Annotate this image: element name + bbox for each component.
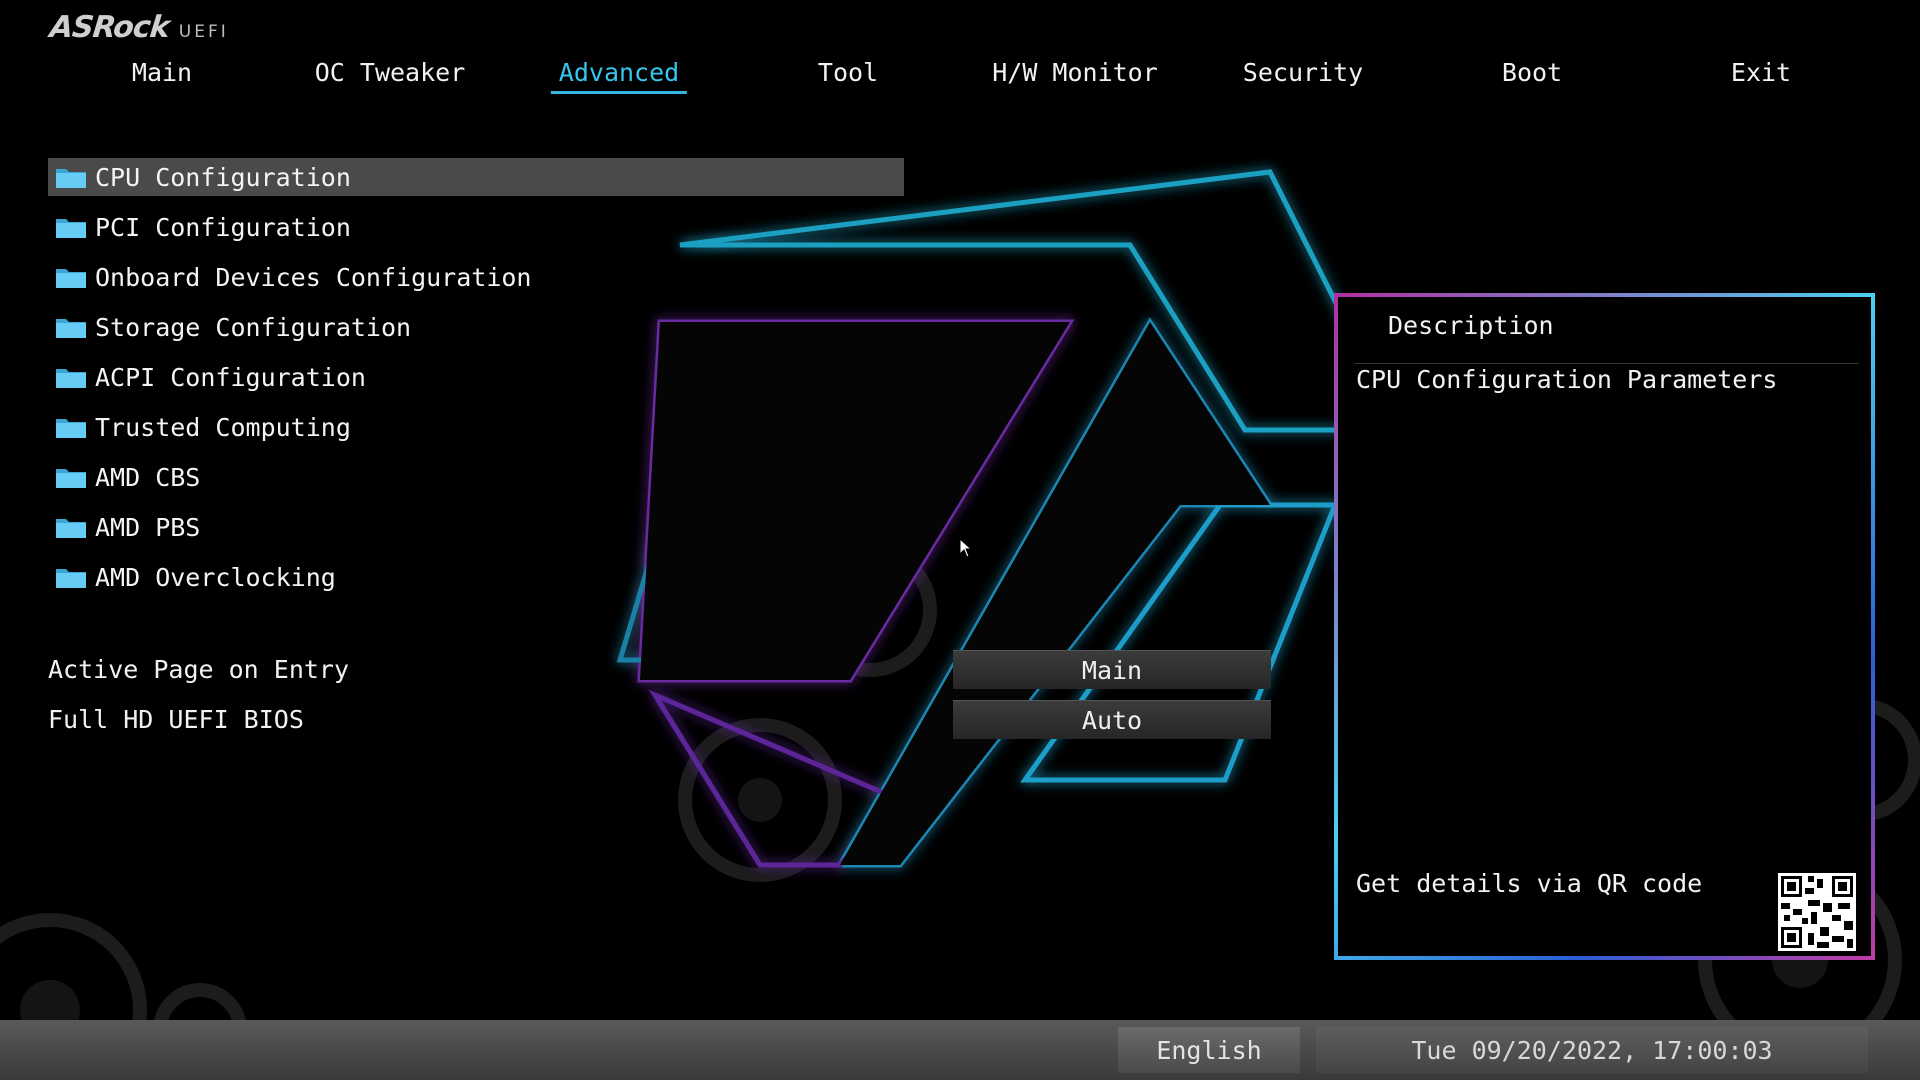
tab-security[interactable]: Security (1235, 58, 1371, 91)
menu-item-acpi-configuration[interactable]: ACPI Configuration (48, 358, 904, 396)
menu-item-label: PCI Configuration (95, 212, 351, 242)
tab-exit[interactable]: Exit (1723, 58, 1799, 91)
qr-code-icon[interactable] (1778, 873, 1856, 951)
asrock-logo: ASRock UEFI (48, 10, 229, 45)
menu-item-amd-pbs[interactable]: AMD PBS (48, 508, 904, 546)
settings-list: Active Page on Entry Full HD UEFI BIOS (48, 650, 349, 750)
qr-code-label: Get details via QR code (1356, 869, 1703, 898)
tab-oc-tweaker[interactable]: OC Tweaker (307, 58, 474, 91)
menu-item-label: Onboard Devices Configuration (95, 262, 532, 292)
tab-hw-monitor[interactable]: H/W Monitor (984, 58, 1166, 91)
description-divider (1354, 363, 1859, 364)
menu-item-pci-configuration[interactable]: PCI Configuration (48, 208, 904, 246)
full-hd-uefi-bios-select[interactable]: Auto (953, 700, 1271, 739)
advanced-menu-list: CPU Configuration PCI Configuration Onbo… (48, 158, 904, 608)
menu-item-amd-cbs[interactable]: AMD CBS (48, 458, 904, 496)
menu-item-trusted-computing[interactable]: Trusted Computing (48, 408, 904, 446)
tab-boot[interactable]: Boot (1494, 58, 1570, 91)
folder-icon (55, 515, 87, 539)
description-text: CPU Configuration Parameters (1356, 365, 1778, 394)
brand-suffix: UEFI (178, 22, 229, 42)
tab-main[interactable]: Main (124, 58, 200, 91)
menu-item-onboard-devices-configuration[interactable]: Onboard Devices Configuration (48, 258, 904, 296)
mouse-cursor-icon (959, 537, 973, 562)
menu-item-label: AMD PBS (95, 512, 201, 542)
menu-item-label: AMD CBS (95, 462, 201, 492)
folder-icon (55, 165, 87, 189)
menu-item-label: Storage Configuration (95, 312, 412, 342)
date-time-display: Tue 09/20/2022, 17:00:03 (1316, 1027, 1868, 1073)
menu-item-label: ACPI Configuration (95, 362, 366, 392)
folder-icon (55, 365, 87, 389)
folder-icon (55, 315, 87, 339)
menu-item-amd-overclocking[interactable]: AMD Overclocking (48, 558, 904, 596)
folder-icon (55, 415, 87, 439)
description-title: Description (1388, 311, 1554, 340)
menu-item-label: AMD Overclocking (95, 562, 336, 592)
active-page-on-entry-select[interactable]: Main (953, 650, 1271, 689)
menu-item-storage-configuration[interactable]: Storage Configuration (48, 308, 904, 346)
folder-icon (55, 565, 87, 589)
tab-advanced[interactable]: Advanced (550, 58, 688, 94)
full-hd-uefi-bios-label: Full HD UEFI BIOS (48, 704, 304, 734)
brand-logo-text: ASRock (48, 10, 171, 45)
folder-icon (55, 215, 87, 239)
description-panel: Description CPU Configuration Parameters… (1334, 293, 1875, 960)
top-navigation: Main OC Tweaker Advanced Tool H/W Monito… (0, 58, 1920, 98)
folder-icon (55, 465, 87, 489)
menu-item-label: CPU Configuration (95, 162, 351, 192)
tab-tool[interactable]: Tool (810, 58, 886, 91)
language-button[interactable]: English (1118, 1027, 1300, 1073)
menu-item-cpu-configuration[interactable]: CPU Configuration (48, 158, 904, 196)
folder-icon (55, 265, 87, 289)
menu-item-label: Trusted Computing (95, 412, 351, 442)
active-page-on-entry-label: Active Page on Entry (48, 654, 350, 684)
